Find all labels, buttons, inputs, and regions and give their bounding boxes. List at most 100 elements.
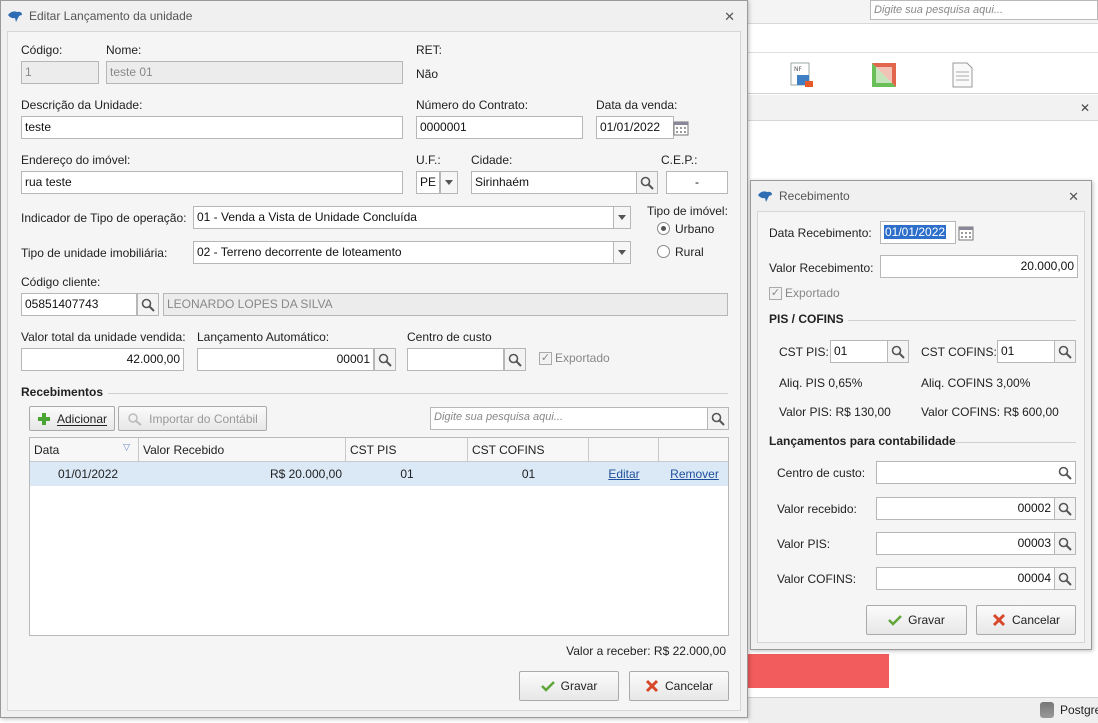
search-icon[interactable] <box>1054 497 1076 520</box>
save-button[interactable]: Gravar <box>866 605 967 635</box>
table-row[interactable]: 01/01/2022 R$ 20.000,00 01 01 Editar Rem… <box>30 462 728 486</box>
exportado-checkbox[interactable]: ✓ <box>539 352 552 365</box>
column-header-cst-cofins[interactable]: CST COFINS <box>468 438 589 462</box>
cst-pis-field[interactable]: 01 <box>830 340 888 363</box>
search-icon[interactable] <box>1054 567 1076 590</box>
close-icon[interactable]: ✕ <box>724 9 735 25</box>
cancel-button-label: Cancelar <box>664 679 714 693</box>
contrato-label: Número do Contrato: <box>416 98 529 112</box>
cst-cofins-field[interactable]: 01 <box>997 340 1055 363</box>
codigo-cliente-field[interactable]: 05851407743 <box>21 293 137 316</box>
cidade-label: Cidade: <box>471 153 513 167</box>
cancel-button[interactable]: Cancelar <box>629 671 729 701</box>
chevron-down-icon[interactable] <box>613 241 631 264</box>
search-icon[interactable] <box>137 293 159 316</box>
valor-total-field[interactable]: 42.000,00 <box>21 348 184 371</box>
background-tab-bar: ✕ <box>748 95 1098 121</box>
descricao-label: Descrição da Unidade: <box>21 98 143 112</box>
calendar-icon[interactable] <box>956 222 976 244</box>
background-search-input[interactable]: Digite sua pesquisa aqui... <box>870 0 1098 20</box>
column-header-cst-pis[interactable]: CST PIS <box>346 438 468 462</box>
document-edit-icon[interactable] <box>870 61 898 89</box>
search-icon[interactable] <box>504 348 526 371</box>
nome-label: Nome: <box>106 43 142 57</box>
cidade-field[interactable]: Sirinhaém <box>471 171 637 194</box>
chevron-down-icon[interactable] <box>440 171 458 194</box>
data-recebimento-field[interactable]: 01/01/2022 <box>880 221 956 244</box>
tipo-unidade-select[interactable]: 02 - Terreno decorrente de loteamento <box>193 241 616 264</box>
divider <box>108 393 728 394</box>
close-icon[interactable]: ✕ <box>1068 189 1079 205</box>
import-button[interactable]: Importar do Contábil <box>118 406 267 431</box>
recebimentos-table: Data ▽ Valor Recebido CST PIS CST COFINS… <box>29 437 729 636</box>
chevron-down-icon[interactable] <box>613 206 631 229</box>
database-icon <box>1040 702 1054 718</box>
cancel-button[interactable]: Cancelar <box>976 605 1076 635</box>
valor-recebido-field[interactable]: 00002 <box>876 497 1055 520</box>
indicador-select[interactable]: 01 - Venda a Vista de Unidade Concluída <box>193 206 616 229</box>
valor-recebimento-field[interactable]: 20.000,00 <box>880 255 1078 278</box>
import-icon <box>128 412 142 426</box>
centro-custo-field[interactable] <box>407 348 504 371</box>
sort-icon: ▽ <box>123 442 130 452</box>
data-venda-field[interactable]: 01/01/2022 <box>596 116 674 139</box>
nome-field[interactable]: teste 01 <box>106 61 403 84</box>
codigo-label: Código: <box>21 43 63 57</box>
save-button-label: Gravar <box>908 613 945 627</box>
close-icon[interactable]: ✕ <box>1080 101 1090 115</box>
remove-link[interactable]: Remover <box>670 467 719 481</box>
lanc-auto-label: Lançamento Automático: <box>197 330 330 344</box>
recebimentos-search-input[interactable]: Digite sua pesquisa aqui... <box>430 407 708 430</box>
cep-field[interactable]: - <box>666 171 728 194</box>
centro-custo-label: Centro de custo <box>407 330 492 344</box>
endereco-label: Endereço do imóvel: <box>21 153 131 167</box>
receipt-window: Recebimento ✕ Data Recebimento: 01/01/20… <box>750 180 1092 650</box>
codigo-field[interactable]: 1 <box>21 61 99 84</box>
search-icon[interactable] <box>1054 461 1076 484</box>
status-text: Postgre <box>1060 703 1098 717</box>
exportado-label: Exportado <box>555 351 610 365</box>
descricao-field[interactable]: teste <box>21 116 403 139</box>
column-header-valor[interactable]: Valor Recebido <box>139 438 346 462</box>
radio-urbano[interactable] <box>657 222 670 235</box>
search-icon[interactable] <box>1054 340 1076 363</box>
search-icon[interactable] <box>374 348 396 371</box>
add-button[interactable]: Adicionar <box>29 406 115 431</box>
centro-custo-field[interactable] <box>876 461 1055 484</box>
receipt-form-body: Data Recebimento: 01/01/2022 Valor Receb… <box>757 211 1085 643</box>
search-icon[interactable] <box>1054 532 1076 555</box>
save-button-label: Gravar <box>560 679 598 693</box>
nfe-icon[interactable]: NF <box>788 61 816 89</box>
uf-select[interactable]: PE <box>416 171 440 194</box>
calendar-icon[interactable] <box>671 117 691 139</box>
valor-receber-text: Valor a receber: R$ 22.000,00 <box>566 644 726 658</box>
save-button[interactable]: Gravar <box>519 671 619 701</box>
background-ribbon: NF <box>748 52 1098 94</box>
data-venda-label: Data da venda: <box>596 98 678 112</box>
valor-pis-text: Valor PIS: R$ 130,00 <box>779 405 891 419</box>
search-icon[interactable] <box>636 171 658 194</box>
edit-link[interactable]: Editar <box>608 467 639 481</box>
exportado-label: Exportado <box>785 286 840 300</box>
window-title: Editar Lançamento da unidade <box>29 9 193 23</box>
document-icon[interactable] <box>948 61 976 89</box>
divider <box>954 442 1076 443</box>
search-icon[interactable] <box>707 407 729 430</box>
column-header-data[interactable]: Data ▽ <box>30 438 139 462</box>
app-logo-icon <box>758 191 772 202</box>
valor-pis-field[interactable]: 00003 <box>876 532 1055 555</box>
contrato-field[interactable]: 0000001 <box>416 116 583 139</box>
svg-text:NF: NF <box>794 66 802 73</box>
radio-urbano-label: Urbano <box>675 222 715 236</box>
pis-cofins-title: PIS / COFINS <box>769 312 844 326</box>
contab-title: Lançamentos para contabilidade <box>769 434 956 448</box>
search-icon[interactable] <box>887 340 909 363</box>
valor-recebimento-label: Valor Recebimento: <box>769 261 874 275</box>
endereco-field[interactable]: rua teste <box>21 171 403 194</box>
radio-rural[interactable] <box>657 245 670 258</box>
valor-cofins-field[interactable]: 00004 <box>876 567 1055 590</box>
app-logo-icon <box>8 11 22 22</box>
lanc-auto-field[interactable]: 00001 <box>197 348 374 371</box>
check-icon <box>540 681 555 692</box>
exportado-checkbox[interactable]: ✓ <box>769 287 782 300</box>
